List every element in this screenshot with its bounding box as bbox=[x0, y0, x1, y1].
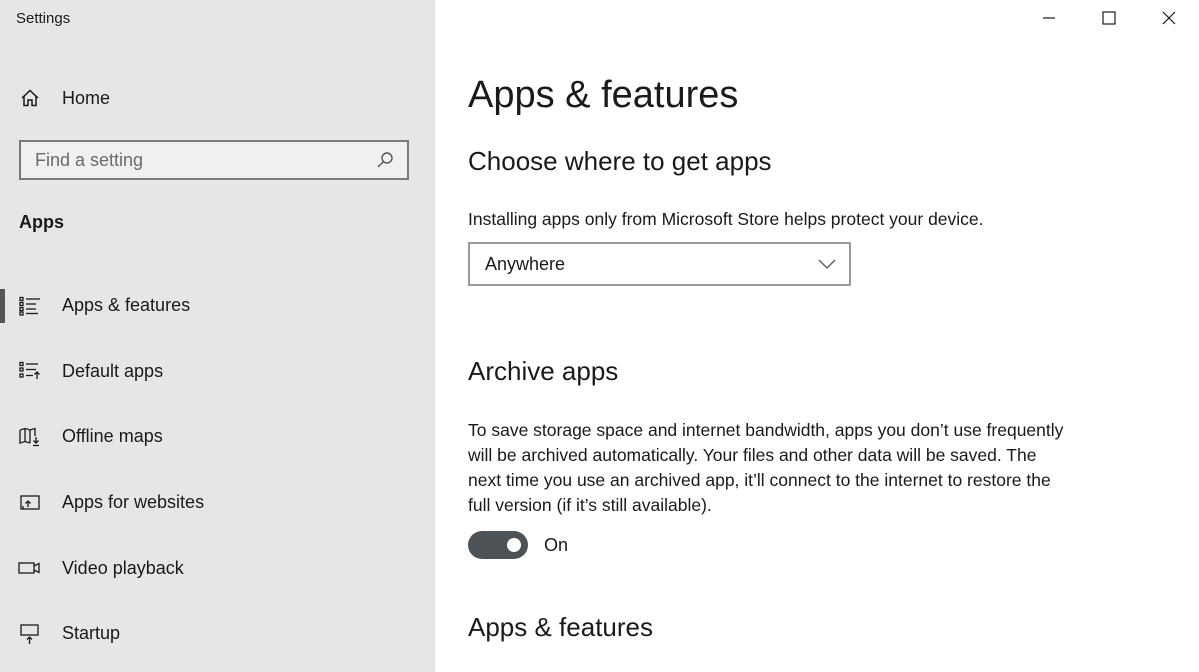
home-link[interactable]: Home bbox=[18, 84, 110, 112]
selection-indicator bbox=[0, 289, 5, 323]
archive-apps-heading: Archive apps bbox=[468, 356, 619, 386]
archive-apps-description: To save storage space and internet bandw… bbox=[468, 420, 1064, 515]
chevron-down-icon bbox=[817, 254, 837, 274]
maximize-button[interactable] bbox=[1079, 0, 1139, 40]
archive-toggle-row: On bbox=[468, 531, 568, 559]
page-title: Apps & features bbox=[468, 74, 739, 116]
sidebar: Settings Home Apps bbox=[0, 0, 435, 672]
choose-where-description: Installing apps only from Microsoft Stor… bbox=[468, 209, 984, 229]
sidebar-item-label: Video playback bbox=[62, 557, 184, 578]
toggle-knob bbox=[507, 538, 521, 552]
window-controls bbox=[1019, 0, 1199, 40]
search-input[interactable] bbox=[21, 148, 373, 172]
archive-apps-toggle[interactable] bbox=[468, 531, 528, 559]
sidebar-item-label: Apps for websites bbox=[62, 492, 205, 513]
startup-icon bbox=[18, 622, 42, 646]
close-icon bbox=[1162, 11, 1176, 30]
sidebar-item-video-playback[interactable]: Video playback bbox=[0, 535, 435, 601]
home-icon bbox=[18, 86, 42, 110]
close-button[interactable] bbox=[1139, 0, 1199, 40]
maximize-icon bbox=[1102, 10, 1116, 30]
dropdown-value: Anywhere bbox=[485, 253, 566, 274]
sidebar-item-label: Apps & features bbox=[62, 295, 191, 316]
apps-features-heading: Apps & features bbox=[468, 612, 653, 642]
section-label: Apps bbox=[19, 212, 64, 232]
sidebar-item-label: Startup bbox=[62, 623, 121, 644]
video-playback-icon bbox=[18, 556, 42, 580]
sidebar-item-apps-features[interactable]: Apps & features bbox=[0, 273, 435, 339]
choose-where-heading: Choose where to get apps bbox=[468, 146, 772, 176]
sidebar-item-default-apps[interactable]: Default apps bbox=[0, 339, 435, 405]
sidebar-item-startup[interactable]: Startup bbox=[0, 601, 435, 667]
minimize-button[interactable] bbox=[1019, 0, 1079, 40]
default-apps-icon bbox=[18, 359, 42, 383]
minimize-icon bbox=[1042, 11, 1056, 30]
search-icon[interactable] bbox=[373, 148, 397, 172]
home-label: Home bbox=[62, 87, 111, 108]
sidebar-item-label: Default apps bbox=[62, 360, 164, 381]
sidebar-item-offline-maps[interactable]: Offline maps bbox=[0, 404, 435, 470]
app-title: Settings bbox=[16, 10, 71, 27]
search-box[interactable] bbox=[19, 140, 409, 180]
app-source-dropdown[interactable]: Anywhere bbox=[468, 242, 851, 286]
sidebar-item-apps-for-websites[interactable]: Apps for websites bbox=[0, 470, 435, 536]
sidebar-nav: Apps & features Default apps Offline map… bbox=[0, 273, 435, 667]
offline-maps-icon bbox=[18, 425, 42, 449]
sidebar-item-label: Offline maps bbox=[62, 426, 163, 447]
apps-for-websites-icon bbox=[18, 491, 42, 515]
toggle-state-label: On bbox=[544, 534, 569, 555]
apps-features-icon bbox=[18, 294, 42, 318]
